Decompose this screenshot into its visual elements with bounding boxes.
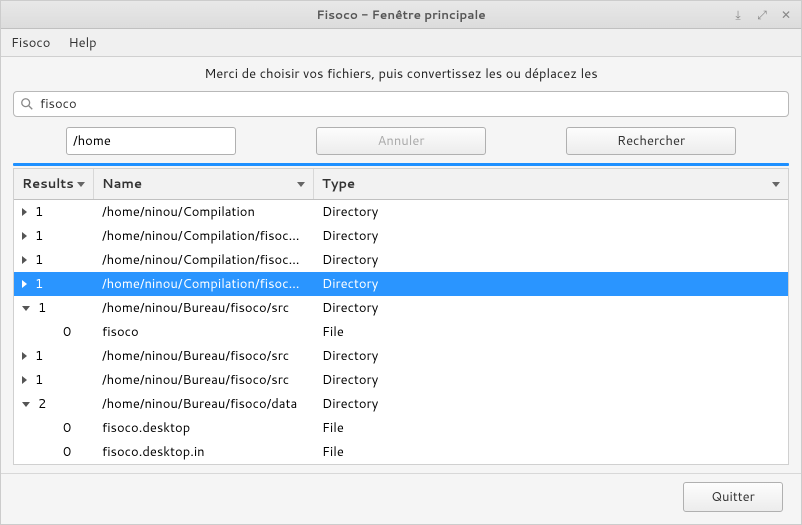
chevron-down-icon (77, 182, 85, 187)
chevron-right-icon[interactable] (22, 352, 27, 360)
cancel-button[interactable]: Annuler (316, 127, 486, 155)
menubar: Fisoco Help (1, 29, 801, 57)
result-count: 2 (38, 395, 46, 413)
spacer-icon (46, 448, 55, 457)
table-row[interactable]: 2/home/ninou/Bureau/fisoco/dataDirectory (14, 392, 788, 416)
table-row[interactable]: 1/home/ninou/Bureau/fisoco/srcDirectory (14, 344, 788, 368)
table-row[interactable]: 0 fisoco.desktop.inFile (14, 440, 788, 464)
column-results[interactable]: Results (14, 169, 94, 199)
result-count: 1 (35, 275, 43, 293)
search-bar[interactable] (13, 91, 789, 117)
row-name: /home/ninou/Bureau/fisoco/data (94, 395, 314, 413)
titlebar: Fisoco - Fenêtre principale ⤓ ⤢ ✕ (1, 1, 801, 29)
row-name: /home/ninou/Compilation (94, 203, 314, 221)
chevron-down-icon[interactable] (22, 402, 30, 407)
quit-button[interactable]: Quitter (683, 482, 783, 512)
table-row[interactable]: 1/home/ninou/Compilation/fisoco/srcDirec… (14, 272, 788, 296)
row-type: Directory (314, 395, 788, 413)
chevron-down-icon (772, 182, 780, 187)
row-type: Directory (314, 251, 788, 269)
results-table: Results Name Type 1/home/ninou/Compilati… (13, 168, 789, 465)
row-name: /home/ninou/Compilation/fisoco/src (94, 227, 314, 245)
chevron-right-icon[interactable] (22, 256, 27, 264)
table-row[interactable]: 1/home/ninou/Bureau/fisoco/srcDirectory (14, 296, 788, 320)
minimize-icon[interactable]: ⤓ (729, 5, 747, 23)
search-button[interactable]: Rechercher (566, 127, 736, 155)
table-row[interactable]: 1/home/ninou/Compilation/fisoco/srcDirec… (14, 224, 788, 248)
row-type: Directory (314, 203, 788, 221)
instruction-text: Merci de choisir vos fichiers, puis conv… (1, 57, 801, 87)
row-type: Directory (314, 347, 788, 365)
table-row[interactable]: 1/home/ninou/Compilation/fisoco/srcDirec… (14, 248, 788, 272)
row-name: fisoco.desktop.in (94, 443, 314, 461)
result-count: 1 (35, 347, 43, 365)
result-count: 1 (38, 299, 46, 317)
row-type: File (314, 443, 788, 461)
row-name: /home/ninou/Compilation/fisoco/src (94, 275, 314, 293)
row-name: /home/ninou/Bureau/fisoco/src (94, 347, 314, 365)
menu-help[interactable]: Help (68, 34, 96, 52)
chevron-right-icon[interactable] (22, 280, 27, 288)
result-count: 1 (35, 371, 43, 389)
chevron-right-icon[interactable] (22, 232, 27, 240)
result-count: 1 (35, 251, 43, 269)
result-count: 0 (63, 419, 71, 437)
menu-fisoco[interactable]: Fisoco (11, 34, 50, 52)
table-row[interactable]: 1/home/ninou/CompilationDirectory (14, 200, 788, 224)
table-row[interactable]: 0 fisocoFile (14, 320, 788, 344)
column-type[interactable]: Type (314, 169, 788, 199)
result-count: 1 (35, 227, 43, 245)
row-name: fisoco.desktop (94, 419, 314, 437)
row-type: Directory (314, 371, 788, 389)
search-input[interactable] (40, 95, 782, 113)
row-type: Directory (314, 299, 788, 317)
result-count: 0 (63, 443, 71, 461)
table-row[interactable]: 0 fisoco.desktopFile (14, 416, 788, 440)
row-name: fisoco (94, 323, 314, 341)
result-count: 1 (35, 203, 43, 221)
path-input[interactable] (66, 127, 236, 155)
row-name: /home/ninou/Bureau/fisoco/src (94, 299, 314, 317)
table-body: 1/home/ninou/CompilationDirectory1/home/… (14, 200, 788, 464)
column-name[interactable]: Name (94, 169, 314, 199)
spacer-icon (46, 328, 55, 337)
window-title: Fisoco - Fenêtre principale (316, 6, 485, 23)
row-type: File (314, 323, 788, 341)
table-header: Results Name Type (14, 169, 788, 200)
footer: Quitter (1, 473, 801, 524)
chevron-down-icon[interactable] (22, 306, 30, 311)
row-name: /home/ninou/Compilation/fisoco/src (94, 251, 314, 269)
result-count: 0 (63, 323, 71, 341)
toolbar: Annuler Rechercher (1, 123, 801, 163)
chevron-right-icon[interactable] (22, 208, 27, 216)
row-type: Directory (314, 227, 788, 245)
spacer-icon (46, 424, 55, 433)
divider (13, 163, 789, 166)
maximize-icon[interactable]: ⤢ (753, 5, 771, 23)
row-type: Directory (314, 275, 788, 293)
row-type: File (314, 419, 788, 437)
chevron-down-icon (297, 182, 305, 187)
table-row[interactable]: 1/home/ninou/Bureau/fisoco/srcDirectory (14, 368, 788, 392)
search-icon (20, 97, 34, 111)
row-name: /home/ninou/Bureau/fisoco/src (94, 371, 314, 389)
close-icon[interactable]: ✕ (777, 5, 795, 23)
window-controls: ⤓ ⤢ ✕ (729, 5, 795, 23)
chevron-right-icon[interactable] (22, 376, 27, 384)
